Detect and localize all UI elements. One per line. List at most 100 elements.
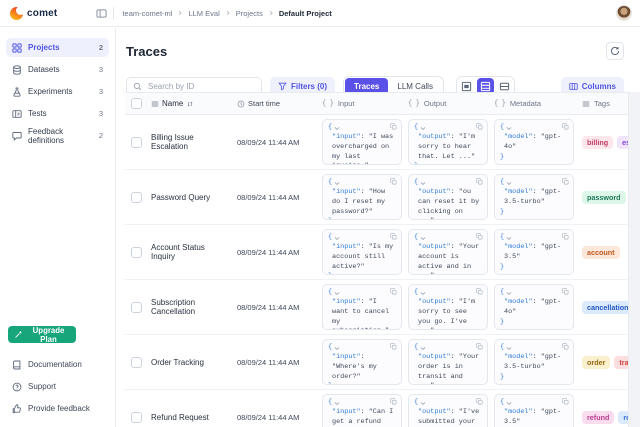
copy-icon[interactable] xyxy=(390,233,397,240)
tag-pill[interactable]: billing xyxy=(582,136,613,149)
chevron-down-icon[interactable] xyxy=(420,126,426,131)
column-header-output[interactable]: { } Output xyxy=(405,99,491,108)
row-checkbox[interactable] xyxy=(131,357,142,368)
copy-icon[interactable] xyxy=(476,343,483,350)
chevron-down-icon[interactable] xyxy=(506,401,512,406)
table-scrollbar-gutter[interactable] xyxy=(628,92,640,427)
trace-name[interactable]: Subscription Cancellation xyxy=(147,298,233,316)
trace-name[interactable]: Password Query xyxy=(147,193,233,202)
input-json-card[interactable]: { "input": "Where's my order?" } xyxy=(322,339,402,385)
input-json-card[interactable]: { "input": "Can I get a refund for my la… xyxy=(322,394,402,427)
output-json-card[interactable]: { "output": "ou can reset it by clicking… xyxy=(408,174,488,220)
copy-icon[interactable] xyxy=(390,398,397,405)
row-checkbox[interactable] xyxy=(131,137,142,148)
search-input[interactable] xyxy=(146,81,255,92)
chevron-down-icon[interactable] xyxy=(420,346,426,351)
table-row[interactable]: Password Query 08/09/24 11:44 AM { "inpu… xyxy=(125,170,628,225)
sidebar-item-datasets[interactable]: Datasets 3 xyxy=(6,60,109,79)
sort-icon[interactable] xyxy=(186,100,194,108)
tag-pill[interactable]: account xyxy=(582,246,620,259)
chevron-down-icon[interactable] xyxy=(506,181,512,186)
metadata-json-card[interactable]: { "model": "gpt-3.5-turbo" } xyxy=(494,174,574,220)
sidebar-item-tests[interactable]: Tests 3 xyxy=(6,104,109,123)
user-avatar[interactable] xyxy=(616,5,632,21)
row-checkbox[interactable] xyxy=(131,302,142,313)
table-row[interactable]: Billing Issue Escalation 08/09/24 11:44 … xyxy=(125,115,628,170)
copy-icon[interactable] xyxy=(476,233,483,240)
chevron-down-icon[interactable] xyxy=(334,291,340,296)
copy-icon[interactable] xyxy=(390,123,397,130)
output-json-card[interactable]: { "output": "I've submitted your refund … xyxy=(408,394,488,427)
input-json-card[interactable]: { "input": "How do I reset my password?"… xyxy=(322,174,402,220)
breadcrumb-section[interactable]: Projects xyxy=(236,9,263,18)
column-header-input[interactable]: { } Input xyxy=(319,99,405,108)
metadata-json-card[interactable]: { "model": "gpt-4o" } xyxy=(494,119,574,165)
upgrade-plan-button[interactable]: Upgrade Plan xyxy=(8,326,76,343)
tag-pill[interactable]: password xyxy=(582,191,626,204)
breadcrumb-workspace[interactable]: team-comet-ml xyxy=(122,9,172,18)
chevron-down-icon[interactable] xyxy=(506,236,512,241)
output-json-card[interactable]: { "output": "Your order is in transit an… xyxy=(408,339,488,385)
table-row[interactable]: Order Tracking 08/09/24 11:44 AM { "inpu… xyxy=(125,335,628,390)
sidebar-item-feedback-definitions[interactable]: Feedback definitions 2 xyxy=(6,126,109,145)
metadata-json-card[interactable]: { "model": "gpt-3.5" } xyxy=(494,394,574,427)
output-json-card[interactable]: { "output": "I'm sorry to hear that. Let… xyxy=(408,119,488,165)
copy-icon[interactable] xyxy=(562,343,569,350)
copy-icon[interactable] xyxy=(562,233,569,240)
metadata-json-card[interactable]: { "model": "gpt-3.5-turbo" } xyxy=(494,339,574,385)
column-header-metadata[interactable]: { } Metadata xyxy=(491,99,579,108)
copy-icon[interactable] xyxy=(562,398,569,405)
breadcrumb-project[interactable]: LLM Eval xyxy=(188,9,219,18)
chevron-down-icon[interactable] xyxy=(334,346,340,351)
copy-icon[interactable] xyxy=(562,123,569,130)
sidebar-item-documentation[interactable]: Documentation xyxy=(6,355,109,374)
copy-icon[interactable] xyxy=(390,343,397,350)
row-checkbox[interactable] xyxy=(131,192,142,203)
input-json-card[interactable]: { "input": "Is my account still active?"… xyxy=(322,229,402,275)
trace-name[interactable]: Billing Issue Escalation xyxy=(147,133,233,151)
chevron-down-icon[interactable] xyxy=(334,236,340,241)
copy-icon[interactable] xyxy=(562,178,569,185)
chevron-down-icon[interactable] xyxy=(420,236,426,241)
table-row[interactable]: Account Status Inquiry 08/09/24 11:44 AM… xyxy=(125,225,628,280)
copy-icon[interactable] xyxy=(476,123,483,130)
copy-icon[interactable] xyxy=(476,178,483,185)
chevron-down-icon[interactable] xyxy=(506,346,512,351)
tag-pill[interactable]: order xyxy=(582,356,610,369)
sidebar-item-projects[interactable]: Projects 2 xyxy=(6,38,109,57)
sidebar-item-experiments[interactable]: Experiments 3 xyxy=(6,82,109,101)
sidebar-collapse-icon[interactable] xyxy=(93,5,109,21)
table-row[interactable]: Subscription Cancellation 08/09/24 11:44… xyxy=(125,280,628,335)
tag-pill[interactable]: tracking xyxy=(614,356,628,369)
tag-pill[interactable]: escalation xyxy=(617,136,628,149)
copy-icon[interactable] xyxy=(390,288,397,295)
tag-pill[interactable]: refund xyxy=(582,411,614,424)
output-json-card[interactable]: { "output": "Your account is active and … xyxy=(408,229,488,275)
table-row[interactable]: Refund Request 08/09/24 11:44 AM { "inpu… xyxy=(125,390,628,427)
metadata-json-card[interactable]: { "model": "gpt-4o" } xyxy=(494,284,574,330)
copy-icon[interactable] xyxy=(476,288,483,295)
comet-logo[interactable]: comet xyxy=(0,7,57,20)
chevron-down-icon[interactable] xyxy=(420,401,426,406)
tag-pill[interactable]: cancellation xyxy=(582,301,628,314)
input-json-card[interactable]: { "input": "I want to cancel my subscrip… xyxy=(322,284,402,330)
tag-pill[interactable]: request xyxy=(618,411,628,424)
chevron-down-icon[interactable] xyxy=(420,291,426,296)
row-checkbox[interactable] xyxy=(131,247,142,258)
sidebar-item-provide-feedback[interactable]: Provide feedback xyxy=(6,399,109,418)
chevron-down-icon[interactable] xyxy=(506,126,512,131)
refresh-button[interactable] xyxy=(606,42,624,60)
chevron-down-icon[interactable] xyxy=(420,181,426,186)
trace-name[interactable]: Refund Request xyxy=(147,413,233,422)
trace-name[interactable]: Order Tracking xyxy=(147,358,233,367)
column-header-name[interactable]: Name xyxy=(147,99,233,108)
chevron-down-icon[interactable] xyxy=(506,291,512,296)
output-json-card[interactable]: { "output": "I'm sorry to see you go. I'… xyxy=(408,284,488,330)
copy-icon[interactable] xyxy=(476,398,483,405)
chevron-down-icon[interactable] xyxy=(334,401,340,406)
column-header-tags[interactable]: Tags xyxy=(579,99,628,108)
input-json-card[interactable]: { "input": "I was overcharged on my last… xyxy=(322,119,402,165)
chevron-down-icon[interactable] xyxy=(334,126,340,131)
metadata-json-card[interactable]: { "model": "gpt-3.5" } xyxy=(494,229,574,275)
trace-name[interactable]: Account Status Inquiry xyxy=(147,243,233,261)
